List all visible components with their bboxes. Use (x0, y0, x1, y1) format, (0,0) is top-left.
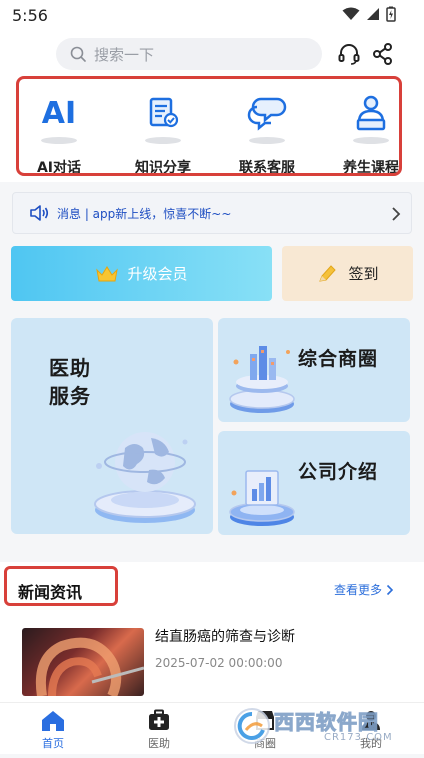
news-date: 2025-07-02 00:00:00 (155, 656, 283, 670)
person-laptop-icon (341, 93, 399, 133)
status-bar: 5:56 (0, 0, 424, 32)
medical-service-title-line2: 服务 (49, 384, 91, 408)
quick-action-label: 联系客服 (239, 160, 295, 176)
tab-label: 医助 (148, 737, 170, 750)
wifi-icon (342, 7, 360, 20)
news-thumbnail (22, 628, 144, 696)
ai-icon-text: AI (41, 95, 77, 131)
quick-action-contact-service[interactable]: 联系客服 (217, 79, 317, 176)
speaker-icon (30, 205, 49, 221)
quick-actions-grid: AI AI对话 知识分享 联系客服 养生课程 (16, 76, 402, 176)
business-platform-icon (229, 346, 295, 413)
battery-icon (386, 6, 396, 22)
icon-shadow (249, 137, 285, 144)
icon-shadow (353, 137, 389, 144)
tab-business[interactable]: 商圈 (225, 703, 305, 755)
upgrade-vip-label: 升级会员 (127, 265, 188, 283)
status-icons (342, 6, 396, 22)
search-input[interactable]: 搜索一下 (56, 38, 322, 70)
business-circle-title: 综合商圈 (298, 348, 379, 370)
upgrade-vip-button[interactable]: 升级会员 (11, 246, 272, 301)
quick-action-label: AI对话 (36, 160, 82, 176)
tab-label: 我的 (360, 737, 382, 750)
notice-bar[interactable]: 消息 | app新上线，惊喜不断~~ (12, 192, 412, 234)
medical-service-title-line1: 医助 (49, 356, 91, 380)
icon-shadow (145, 137, 181, 144)
notice-text: 消息 | app新上线，惊喜不断~~ (57, 206, 232, 221)
medical-service-title: 医助 服务 (49, 354, 91, 410)
quick-action-knowledge[interactable]: 知识分享 (113, 79, 213, 176)
share-icon[interactable] (372, 42, 394, 66)
icon-shadow (41, 137, 77, 144)
tab-medical-assist[interactable]: 医助 (119, 703, 199, 755)
tab-home[interactable]: 首页 (13, 703, 93, 755)
status-time: 5:56 (12, 6, 48, 25)
sign-in-button[interactable]: 签到 (282, 246, 413, 301)
bottom-tab-bar: 首页 医助 商圈 我的 (0, 702, 424, 754)
quick-action-label: 养生课程 (343, 160, 399, 176)
news-more-label: 查看更多 (334, 583, 383, 597)
quick-action-health-course[interactable]: 养生课程 (321, 79, 399, 176)
globe-platform-icon (94, 432, 196, 523)
news-section-title: 新闻资讯 (18, 583, 83, 602)
search-icon (70, 46, 86, 62)
chevron-right-icon (386, 584, 394, 595)
chat-bubbles-icon (237, 93, 297, 133)
headset-icon[interactable] (337, 42, 361, 66)
tab-label: 商圈 (254, 737, 276, 750)
search-placeholder: 搜索一下 (94, 45, 155, 64)
document-icon (133, 93, 193, 133)
company-intro-title: 公司介绍 (298, 461, 379, 483)
news-headline: 结直肠癌的筛查与诊断 (155, 629, 295, 645)
quick-action-ai-chat[interactable]: AI AI对话 (19, 79, 109, 176)
pencil-icon (319, 264, 337, 282)
company-platform-icon (229, 470, 295, 526)
chevron-right-icon (392, 207, 401, 221)
tab-label: 首页 (42, 737, 64, 750)
home-icon (42, 711, 64, 731)
sign-in-label: 签到 (348, 265, 379, 283)
quick-action-label: 知识分享 (135, 160, 191, 176)
news-more-link[interactable]: 查看更多 (334, 581, 394, 598)
tab-mine[interactable]: 我的 (331, 703, 411, 755)
business-circle-card[interactable]: 综合商圈 (218, 318, 410, 422)
shop-icon (256, 711, 274, 730)
company-intro-card[interactable]: 公司介绍 (218, 431, 410, 535)
user-icon (362, 711, 380, 730)
medical-service-card[interactable]: 医助 服务 (11, 318, 213, 534)
crown-icon (96, 265, 119, 281)
signal-icon (367, 8, 379, 20)
medical-kit-icon (149, 709, 169, 730)
ai-icon: AI (29, 93, 89, 133)
news-section: 新闻资讯 查看更多 结直肠癌的筛查与诊断 2025-07-02 00:00:00 (0, 562, 424, 702)
